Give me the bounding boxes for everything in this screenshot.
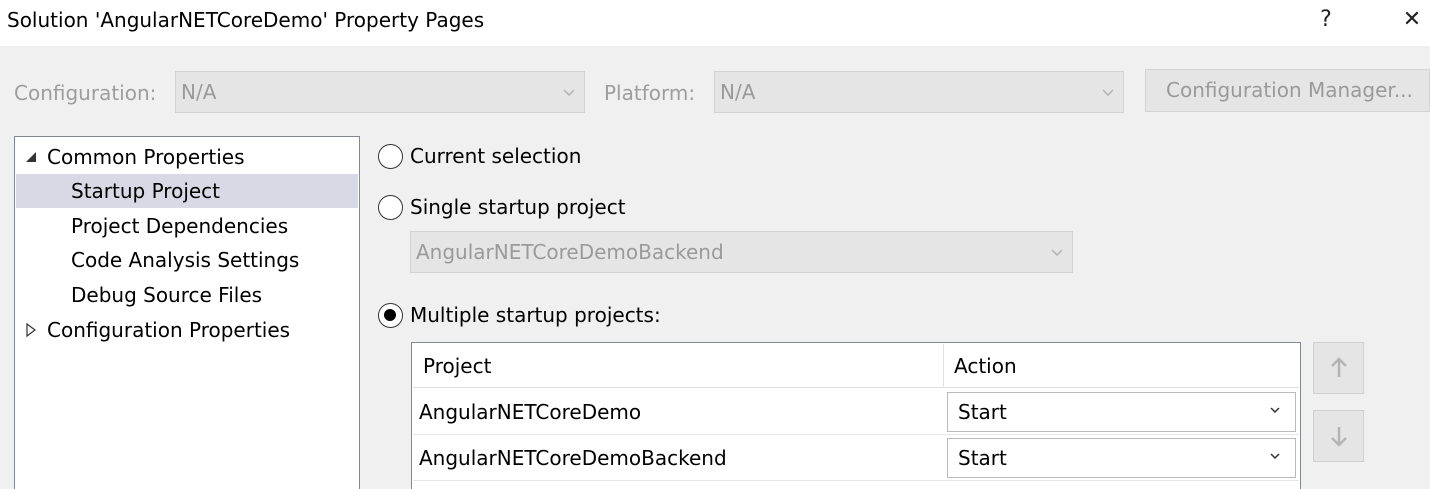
action-value: Start <box>958 400 1007 424</box>
tree-item-label: Debug Source Files <box>71 283 263 307</box>
collapsed-arrow-icon[interactable] <box>25 313 38 361</box>
grid-header: Project Action <box>413 344 1299 388</box>
tree-item-label: Code Analysis Settings <box>71 248 300 272</box>
platform-combo[interactable]: N/A <box>714 71 1124 113</box>
table-row[interactable]: AngularNETCoreDemo Start <box>413 389 1299 435</box>
action-select[interactable]: Start <box>947 438 1296 478</box>
property-tree: Common Properties Startup Project Projec… <box>14 136 360 489</box>
radio-label: Current selection <box>410 144 582 168</box>
tree-item-label: Startup Project <box>71 179 221 203</box>
radio-label: Multiple startup projects: <box>410 303 661 327</box>
action-select[interactable]: Start <box>947 392 1296 432</box>
tree-item-startup-project[interactable]: Startup Project <box>16 174 358 208</box>
column-header-project[interactable]: Project <box>413 344 491 388</box>
arrow-up-icon <box>1330 357 1347 377</box>
chevron-down-icon <box>1050 232 1064 288</box>
chevron-down-icon <box>1101 72 1115 128</box>
move-down-button[interactable] <box>1313 410 1364 462</box>
tree-item-label: Common Properties <box>47 145 245 169</box>
chevron-down-icon <box>562 72 576 128</box>
arrow-down-icon <box>1330 427 1347 447</box>
radio-button[interactable] <box>378 195 403 220</box>
move-up-button[interactable] <box>1313 342 1364 394</box>
tree-item-label: Project Dependencies <box>71 214 289 238</box>
help-button[interactable]: ? <box>1306 4 1346 36</box>
configuration-value: N/A <box>181 80 217 104</box>
column-header-action[interactable]: Action <box>944 344 1017 388</box>
tree-item-project-dependencies[interactable]: Project Dependencies <box>16 209 358 243</box>
tree-item-label: Configuration Properties <box>47 318 291 342</box>
project-name: AngularNETCoreDemo <box>419 400 642 424</box>
chevron-down-icon <box>1269 439 1281 489</box>
tree-item-configuration-properties[interactable]: Configuration Properties <box>16 313 358 347</box>
action-value: Start <box>958 446 1007 470</box>
title-bar: Solution 'AngularNETCoreDemo' Property P… <box>0 0 1430 46</box>
single-startup-value: AngularNETCoreDemoBackend <box>416 240 724 264</box>
table-row[interactable]: AngularNETCoreDemoBackend Start <box>413 435 1299 481</box>
project-name: AngularNETCoreDemoBackend <box>419 446 727 470</box>
platform-label: Platform: <box>604 81 696 105</box>
single-startup-combo[interactable]: AngularNETCoreDemoBackend <box>410 231 1073 273</box>
window-title: Solution 'AngularNETCoreDemo' Property P… <box>7 8 485 32</box>
radio-button[interactable] <box>378 144 403 169</box>
configuration-combo[interactable]: N/A <box>175 71 585 113</box>
configuration-manager-button[interactable]: Configuration Manager... <box>1145 69 1430 112</box>
configuration-label: Configuration: <box>14 81 157 105</box>
radio-button[interactable] <box>378 303 403 328</box>
radio-label: Single startup project <box>410 195 626 219</box>
close-button[interactable]: ✕ <box>1392 4 1430 36</box>
tree-item-code-analysis-settings[interactable]: Code Analysis Settings <box>16 243 358 277</box>
platform-value: N/A <box>720 80 756 104</box>
tree-item-common-properties[interactable]: Common Properties <box>16 140 358 174</box>
tree-item-debug-source-files[interactable]: Debug Source Files <box>16 278 358 312</box>
startup-projects-grid: Project Action AngularNETCoreDemo Start … <box>411 342 1301 489</box>
